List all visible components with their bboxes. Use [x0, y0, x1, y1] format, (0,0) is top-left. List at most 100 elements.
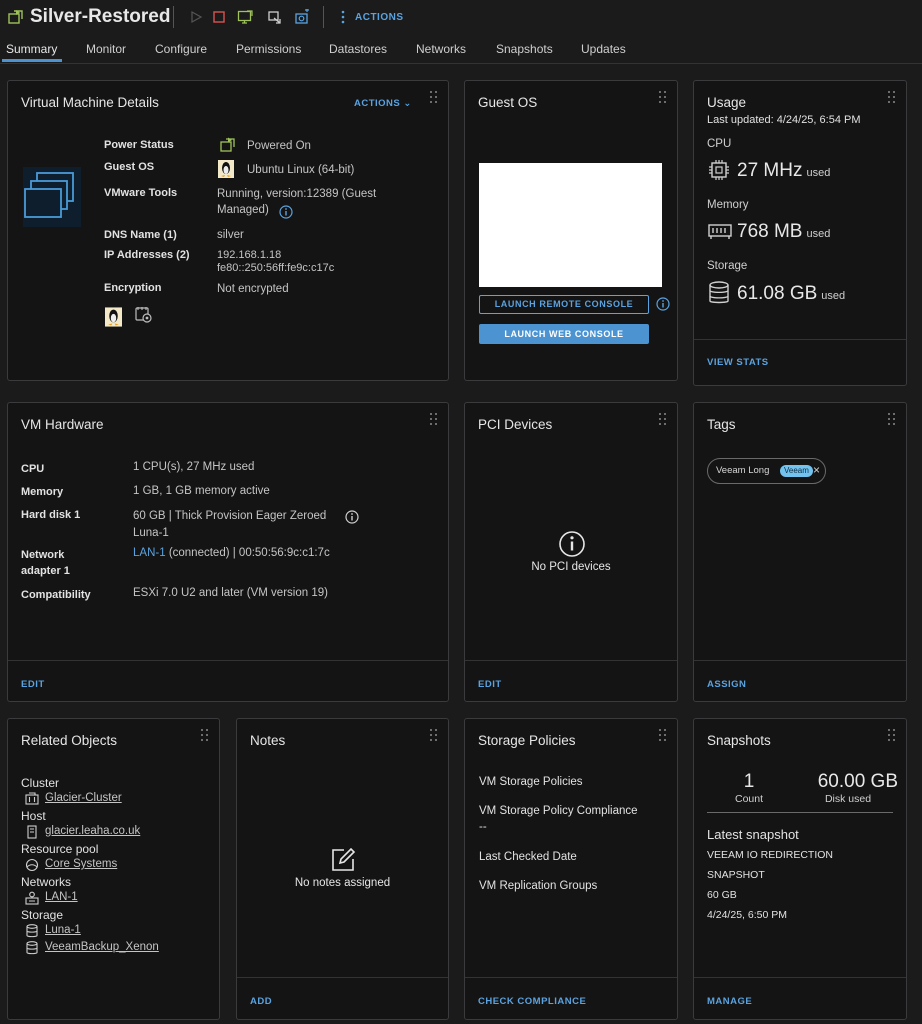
host-link[interactable]: glacier.leaha.co.uk: [45, 825, 140, 837]
snapshot-name: VEEAM IO REDIRECTION: [707, 849, 834, 861]
launch-console-icon[interactable]: [237, 9, 253, 25]
memory-usage: 768 MB used: [737, 221, 831, 242]
hw-cpu-value: 1 CPU(s), 27 MHz used: [133, 461, 255, 473]
cluster-icon: [25, 792, 39, 805]
vmware-tools-value-line2: Managed): [217, 204, 269, 216]
memory-icon: [708, 224, 732, 239]
card-title: Snapshots: [707, 733, 771, 748]
actions-button[interactable]: ACTIONS: [355, 12, 404, 23]
snapshot-icon[interactable]: [294, 9, 310, 25]
linux-tux-icon: [105, 307, 122, 327]
more-vertical-icon[interactable]: [335, 9, 351, 25]
snapshot-date: 4/24/25, 6:50 PM: [707, 909, 787, 921]
vm-storage-policies-label: VM Storage Policies: [479, 776, 583, 788]
tag-name: Veeam Long: [716, 465, 770, 476]
power-off-icon[interactable]: [211, 9, 227, 25]
card-title: PCI Devices: [478, 417, 553, 432]
drag-handle-icon[interactable]: [659, 91, 667, 103]
vmware-tools-gear-icon: [135, 307, 152, 323]
hw-network-link[interactable]: LAN-1: [133, 547, 166, 559]
console-thumbnail[interactable]: [479, 163, 662, 287]
last-updated: Last updated: 4/24/25, 6:54 PM: [707, 114, 861, 126]
snapshots-card: Snapshots 1 Count 60.00 GB Disk used Lat…: [693, 718, 907, 1020]
ip-address-v4: 192.168.1.18: [217, 249, 282, 261]
vmware-tools-label: VMware Tools: [104, 187, 178, 199]
encryption-label: Encryption: [104, 282, 162, 294]
tab-updates[interactable]: Updates: [581, 42, 626, 56]
vm-details-card: Virtual Machine Details ACTIONS ⌄ Power …: [7, 80, 449, 381]
host-icon: [27, 825, 37, 839]
datastore-link-luna[interactable]: Luna-1: [45, 924, 81, 936]
hw-network-value: LAN-1 (connected) | 00:50:56:9c:c1:7c: [133, 547, 330, 559]
drag-handle-icon[interactable]: [888, 91, 896, 103]
pci-devices-card: PCI Devices No PCI devices EDIT: [464, 402, 678, 702]
tab-snapshots[interactable]: Snapshots: [496, 42, 553, 56]
vm-details-actions-button[interactable]: ACTIONS ⌄: [354, 98, 412, 109]
tag-category-badge: Veeam: [780, 465, 813, 477]
datastore-link-veeam[interactable]: VeeamBackup_Xenon: [45, 941, 159, 953]
hw-compat-value: ESXi 7.0 U2 and later (VM version 19): [133, 587, 328, 599]
networks-label: Networks: [21, 875, 72, 889]
policy-compliance-label: VM Storage Policy Compliance: [479, 805, 638, 817]
notes-card: Notes No notes assigned ADD: [236, 718, 449, 1020]
tag-chip[interactable]: Veeam Long Veeam ×: [707, 458, 826, 484]
view-stats-link[interactable]: VIEW STATS: [707, 357, 769, 368]
storage-policies-card: Storage Policies VM Storage Policies VM …: [464, 718, 678, 1020]
drag-handle-icon[interactable]: [430, 413, 438, 425]
hw-cpu-label: CPU: [21, 463, 45, 475]
network-link[interactable]: LAN-1: [45, 891, 78, 903]
card-title: Usage: [707, 95, 747, 110]
info-icon[interactable]: [279, 205, 293, 219]
drag-handle-icon[interactable]: [430, 91, 438, 103]
launch-web-console-button[interactable]: LAUNCH WEB CONSOLE: [479, 324, 649, 344]
drag-handle-icon[interactable]: [659, 413, 667, 425]
resource-pool-link[interactable]: Core Systems: [45, 858, 117, 870]
host-label: Host: [21, 809, 46, 823]
drag-handle-icon[interactable]: [659, 729, 667, 741]
vm-powered-on-icon: [8, 10, 23, 24]
power-status-label: Power Status: [104, 139, 174, 151]
tab-networks[interactable]: Networks: [416, 42, 466, 56]
info-icon[interactable]: [345, 510, 359, 524]
storage-usage: 61.08 GB used: [737, 283, 846, 304]
card-title: Tags: [707, 417, 736, 432]
cluster-link[interactable]: Glacier-Cluster: [45, 792, 122, 804]
pci-edit-link[interactable]: EDIT: [478, 679, 502, 690]
launch-remote-console-button[interactable]: LAUNCH REMOTE CONSOLE: [479, 295, 649, 314]
tab-datastores[interactable]: Datastores: [329, 42, 387, 56]
linux-tux-icon: [218, 160, 234, 178]
card-title: Related Objects: [21, 733, 118, 748]
vm-hardware-card: VM Hardware CPU 1 CPU(s), 27 MHz used Me…: [7, 402, 449, 702]
migrate-icon[interactable]: [267, 9, 283, 25]
storage-label: Storage: [707, 260, 748, 272]
tab-configure[interactable]: Configure: [155, 42, 207, 56]
power-on-icon[interactable]: [188, 9, 204, 25]
tab-monitor[interactable]: Monitor: [86, 42, 126, 56]
info-icon: [559, 531, 585, 557]
resource-pool-label: Resource pool: [21, 842, 99, 856]
ip-addresses-label: IP Addresses (2): [104, 249, 190, 261]
hw-network-label: Network: [21, 549, 65, 561]
tab-permissions[interactable]: Permissions: [236, 42, 301, 56]
usage-card: Usage Last updated: 4/24/25, 6:54 PM CPU…: [693, 80, 907, 386]
manage-snapshots-link[interactable]: MANAGE: [707, 996, 752, 1007]
drag-handle-icon[interactable]: [888, 729, 896, 741]
guest-os-card: Guest OS LAUNCH REMOTE CONSOLE LAUNCH WE…: [464, 80, 678, 381]
hw-disk-datastore-link[interactable]: Luna-1: [133, 527, 169, 539]
tab-summary[interactable]: Summary: [6, 42, 57, 56]
drag-handle-icon[interactable]: [888, 413, 896, 425]
storage-label: Storage: [21, 908, 64, 922]
last-checked-label: Last Checked Date: [479, 851, 577, 863]
assign-tag-link[interactable]: ASSIGN: [707, 679, 746, 690]
hw-edit-link[interactable]: EDIT: [21, 679, 45, 690]
add-note-link[interactable]: ADD: [250, 996, 272, 1007]
check-compliance-link[interactable]: CHECK COMPLIANCE: [478, 996, 586, 1007]
cpu-usage: 27 MHz used: [737, 160, 831, 181]
drag-handle-icon[interactable]: [430, 729, 438, 741]
dns-name-value: silver: [217, 229, 244, 241]
drag-handle-icon[interactable]: [201, 729, 209, 741]
remove-tag-icon[interactable]: ×: [813, 463, 820, 477]
powered-on-icon: [220, 137, 235, 152]
info-icon[interactable]: [656, 297, 670, 311]
power-status-value: Powered On: [247, 140, 311, 152]
